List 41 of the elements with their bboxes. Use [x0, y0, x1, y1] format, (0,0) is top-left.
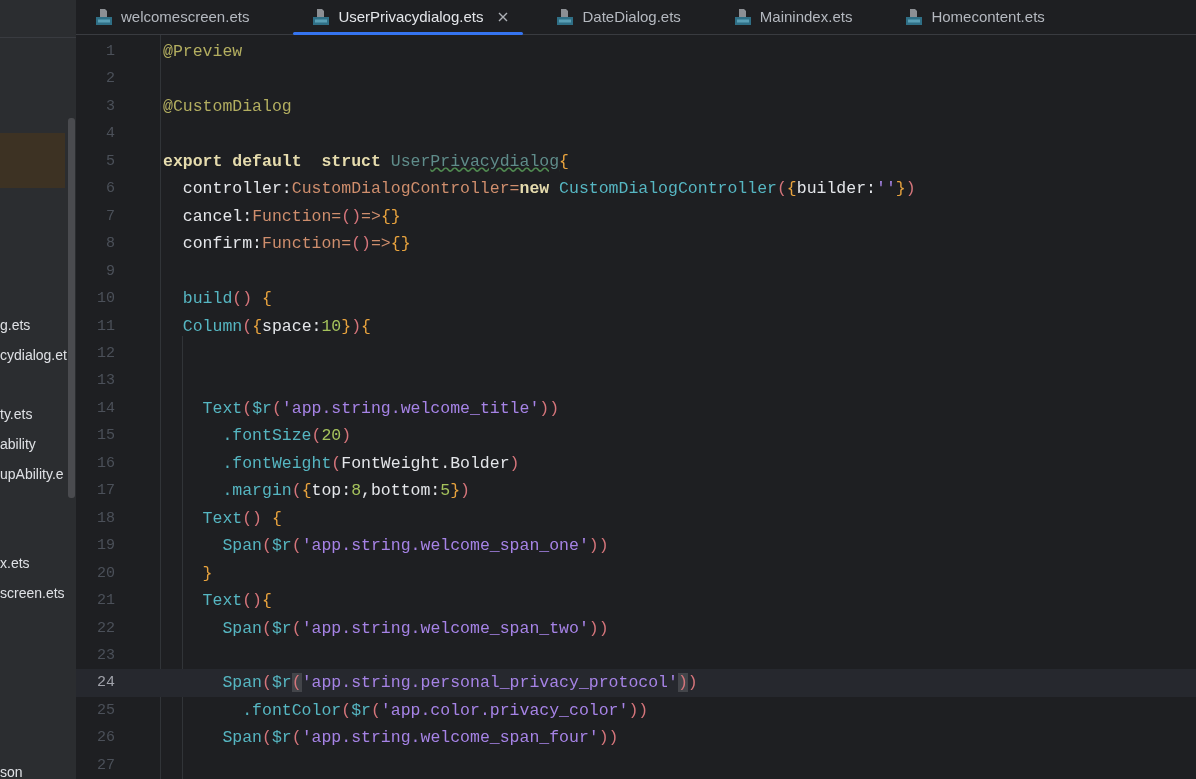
code-line: Span($r('app.string.welcome_span_two')): [221, 618, 609, 638]
code-line: Text($r('app.string.welcome_title')): [201, 398, 560, 418]
code-line: build() {: [181, 289, 272, 309]
code-line: Column({space:10}){: [181, 316, 371, 336]
file-tree-item[interactable]: ability: [0, 429, 36, 460]
code-line: Text(){: [201, 591, 272, 611]
file-icon: [312, 7, 331, 26]
scrollbar[interactable]: [68, 118, 75, 498]
line-number: 24: [96, 674, 115, 692]
code-line: .fontColor($r('app.color.privacy_color')): [241, 700, 649, 720]
code-line: Span($r('app.string.welcome_span_four')): [221, 728, 619, 748]
file-icon: [95, 7, 113, 26]
file-tree-item[interactable]: son: [0, 757, 23, 779]
code-line: cancel:Function=()=>{}: [181, 206, 401, 226]
file-tree-item[interactable]: g.ets: [0, 310, 31, 340]
editor-tab[interactable]: DateDialog.ets: [537, 0, 715, 34]
editor-tab[interactable]: welcomescreen.ets: [76, 0, 294, 34]
code-line: Span($r('app.string.personal_privacy_protocol')): [221, 673, 698, 693]
file-icon: [733, 7, 752, 26]
code-line: confirm:Function=()=>{}: [181, 234, 411, 254]
code-line: Span($r('app.string.welcome_span_one')): [221, 536, 609, 556]
editor-tab[interactable]: Homecontent.ets: [886, 0, 1079, 34]
code-line: @CustomDialog: [163, 96, 292, 116]
editor-tab[interactable]: Mainindex.ets: [714, 0, 887, 34]
file-icon: [905, 7, 924, 26]
file-icon: [556, 7, 575, 26]
code-line: .fontSize(20): [221, 426, 352, 446]
close-icon[interactable]: [497, 10, 510, 23]
code-line: .fontWeight(FontWeight.Bolder): [221, 453, 520, 473]
file-tree-item[interactable]: x.ets: [0, 548, 30, 579]
code-line: }: [201, 563, 213, 583]
code-line: .margin({top:8,bottom:5}): [221, 481, 470, 501]
file-tree-item[interactable]: screen.ets: [0, 578, 65, 609]
code-line: Text() {: [201, 508, 282, 528]
file-tree-item[interactable]: cydialog.et: [0, 339, 67, 370]
file-tree-item[interactable]: upAbility.e: [0, 459, 64, 489]
editor-tab[interactable]: UserPrivacydialog.ets: [293, 0, 524, 34]
file-tree-item[interactable]: ty.ets: [0, 399, 33, 430]
code-line: controller:CustomDialogController=new CustomDialogController({builder:''}): [181, 179, 916, 199]
code-line: export default struct UserPrivacydialog{: [163, 151, 569, 171]
code-line: @Preview: [163, 42, 243, 61]
